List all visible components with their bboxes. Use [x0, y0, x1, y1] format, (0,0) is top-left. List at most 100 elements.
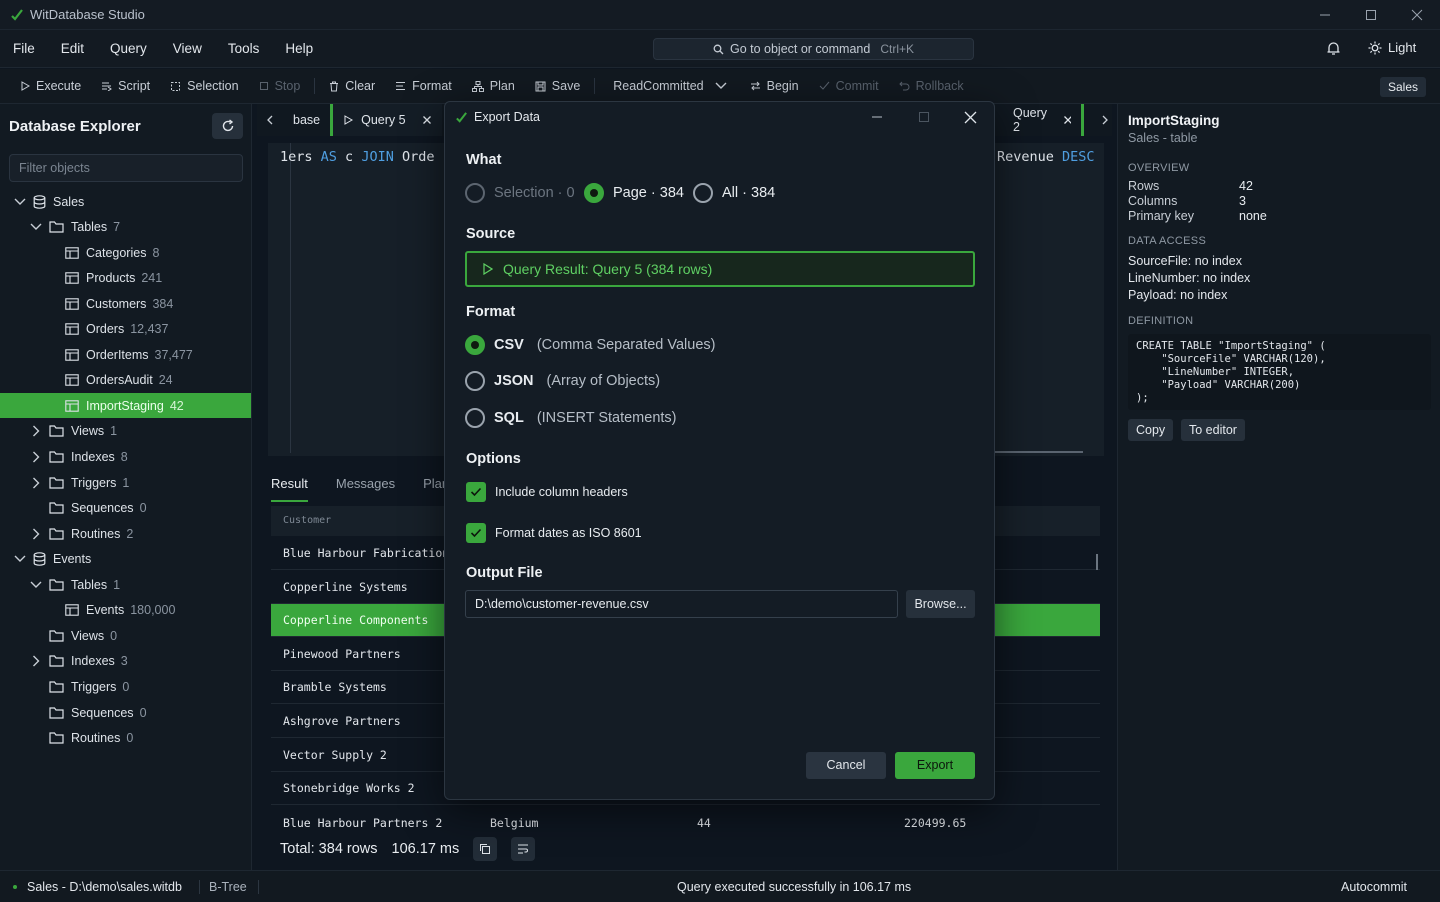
command-palette[interactable]: Go to object or command Ctrl+K — [653, 38, 974, 60]
checkbox-label: Format dates as ISO 8601 — [495, 526, 642, 540]
radio-all[interactable]: All · 384 — [693, 183, 775, 203]
format-button[interactable]: Format — [385, 79, 462, 93]
rollback-button[interactable]: Rollback — [889, 79, 974, 93]
format-label: Format — [412, 79, 452, 93]
format-sql[interactable]: SQL (INSERT Statements) — [465, 408, 677, 428]
tabs-scroll-right[interactable] — [1084, 104, 1119, 136]
radio-page[interactable]: Page · 384 — [584, 183, 684, 203]
chevron-right-icon[interactable] — [29, 450, 43, 464]
refresh-button[interactable] — [212, 113, 243, 139]
transaction-mode[interactable]: Autocommit — [1341, 880, 1407, 894]
menu-file[interactable]: File — [0, 41, 48, 56]
export-button[interactable]: Export — [895, 752, 975, 779]
tree-item-importstaging[interactable]: ImportStaging 42 — [0, 393, 251, 419]
clear-button[interactable]: Clear — [319, 79, 385, 93]
menu-query[interactable]: Query — [97, 41, 160, 56]
close-tab-icon[interactable] — [1063, 115, 1072, 125]
tree-item-triggers[interactable]: Triggers 0 — [0, 674, 251, 699]
theme-toggle[interactable]: Light — [1368, 40, 1416, 55]
dialog-minimize-button[interactable] — [853, 102, 900, 132]
dialog-close-button[interactable] — [947, 102, 994, 132]
tree-item-indexes[interactable]: Indexes 3 — [0, 649, 251, 674]
tree-item-routines[interactable]: Routines 0 — [0, 726, 251, 751]
chevron-right-icon[interactable] — [29, 476, 43, 490]
chevron-right-icon[interactable] — [29, 424, 43, 438]
tabs-scroll-left[interactable] — [257, 104, 284, 136]
format-csv[interactable]: CSV (Comma Separated Values) — [465, 335, 715, 355]
check-icon — [819, 81, 829, 90]
tree-item-indexes[interactable]: Indexes 8 — [0, 445, 251, 470]
tree-item-count: 0 — [139, 501, 147, 516]
script-button[interactable]: Script — [91, 79, 160, 93]
grid-scrollbar[interactable] — [1096, 554, 1098, 570]
tab-result[interactable]: Result — [271, 476, 308, 502]
tree-item-views[interactable]: Views 0 — [0, 623, 251, 648]
menu-view[interactable]: View — [160, 41, 215, 56]
tree-item-tables[interactable]: Tables 7 — [0, 215, 251, 240]
tab-query-5[interactable]: Query 5 — [330, 104, 442, 136]
minimize-button[interactable] — [1302, 0, 1348, 30]
tree-item-categories[interactable]: Categories 8 — [0, 240, 251, 265]
selection-button[interactable]: Selection — [160, 79, 248, 93]
save-button[interactable]: Save — [525, 79, 591, 93]
cancel-button[interactable]: Cancel — [806, 752, 886, 779]
tree-item-ordersaudit[interactable]: OrdersAudit 24 — [0, 368, 251, 393]
copy-results-button[interactable] — [473, 837, 498, 861]
plan-button[interactable]: Plan — [462, 79, 525, 93]
dialog-maximize-button[interactable] — [900, 102, 947, 132]
include-headers-checkbox[interactable]: Include column headers — [466, 482, 628, 502]
format-name: SQL — [494, 410, 524, 426]
tree-item-count: 12,437 — [130, 322, 169, 337]
tree-item-sales[interactable]: Sales — [0, 189, 251, 214]
tab-database[interactable]: base — [284, 104, 330, 136]
chevron-down-icon[interactable] — [13, 195, 27, 209]
close-window-button[interactable] — [1394, 0, 1440, 30]
stop-button[interactable]: Stop — [249, 79, 311, 93]
tree-item-sequences[interactable]: Sequences 0 — [0, 700, 251, 725]
commit-button[interactable]: Commit — [809, 79, 889, 93]
tree-item-customers[interactable]: Customers 384 — [0, 291, 251, 316]
source-selector[interactable]: Query Result: Query 5 (384 rows) — [465, 251, 975, 287]
chevron-right-icon[interactable] — [29, 527, 43, 541]
chevron-down-icon[interactable] — [29, 220, 43, 234]
to-editor-button[interactable]: To editor — [1181, 419, 1245, 441]
tab-query-2[interactable]: Query 2 — [1000, 104, 1081, 136]
execute-button[interactable]: Execute — [0, 79, 91, 93]
tree-item-events[interactable]: Events 180,000 — [0, 598, 251, 623]
isolation-select[interactable]: ReadCommitted — [599, 79, 737, 93]
begin-button[interactable]: Begin — [738, 79, 809, 93]
iso-dates-checkbox[interactable]: Format dates as ISO 8601 — [466, 523, 642, 543]
filter-input[interactable]: Filter objects — [9, 154, 243, 182]
tree-item-views[interactable]: Views 1 — [0, 419, 251, 444]
browse-button[interactable]: Browse... — [906, 590, 975, 618]
tree-item-orders[interactable]: Orders 12,437 — [0, 317, 251, 342]
chevron-right-icon[interactable] — [29, 654, 43, 668]
tree-item-routines[interactable]: Routines 2 — [0, 521, 251, 546]
stop-icon — [259, 82, 268, 90]
tree-item-events[interactable]: Events — [0, 547, 251, 572]
tree-item-tables[interactable]: Tables 1 — [0, 572, 251, 597]
close-icon — [964, 111, 977, 123]
tree-item-products[interactable]: Products 241 — [0, 266, 251, 291]
notifications-button[interactable] — [1326, 41, 1341, 56]
menu-tools[interactable]: Tools — [215, 41, 273, 56]
chevron-down-icon[interactable] — [13, 552, 27, 566]
wrap-results-button[interactable] — [511, 837, 536, 861]
output-path-input[interactable]: D:\demo\customer-revenue.csv — [465, 590, 898, 618]
tree-item-triggers[interactable]: Triggers 1 — [0, 470, 251, 495]
menu-help[interactable]: Help — [272, 41, 326, 56]
format-json[interactable]: JSON (Array of Objects) — [465, 371, 660, 391]
database-badge[interactable]: Sales — [1379, 77, 1426, 97]
tab-messages[interactable]: Messages — [336, 476, 395, 502]
copy-definition-button[interactable]: Copy — [1128, 419, 1174, 441]
chevron-down-icon[interactable] — [29, 578, 43, 592]
tree-item-orderitems[interactable]: OrderItems 37,477 — [0, 342, 251, 367]
editor-scrollbar[interactable] — [984, 451, 1083, 453]
radio-selection[interactable]: Selection · 0 — [465, 183, 575, 203]
tree-item-sequences[interactable]: Sequences 0 — [0, 496, 251, 521]
close-tab-icon[interactable] — [422, 115, 432, 125]
maximize-button[interactable] — [1348, 0, 1394, 30]
menu-edit[interactable]: Edit — [48, 41, 97, 56]
